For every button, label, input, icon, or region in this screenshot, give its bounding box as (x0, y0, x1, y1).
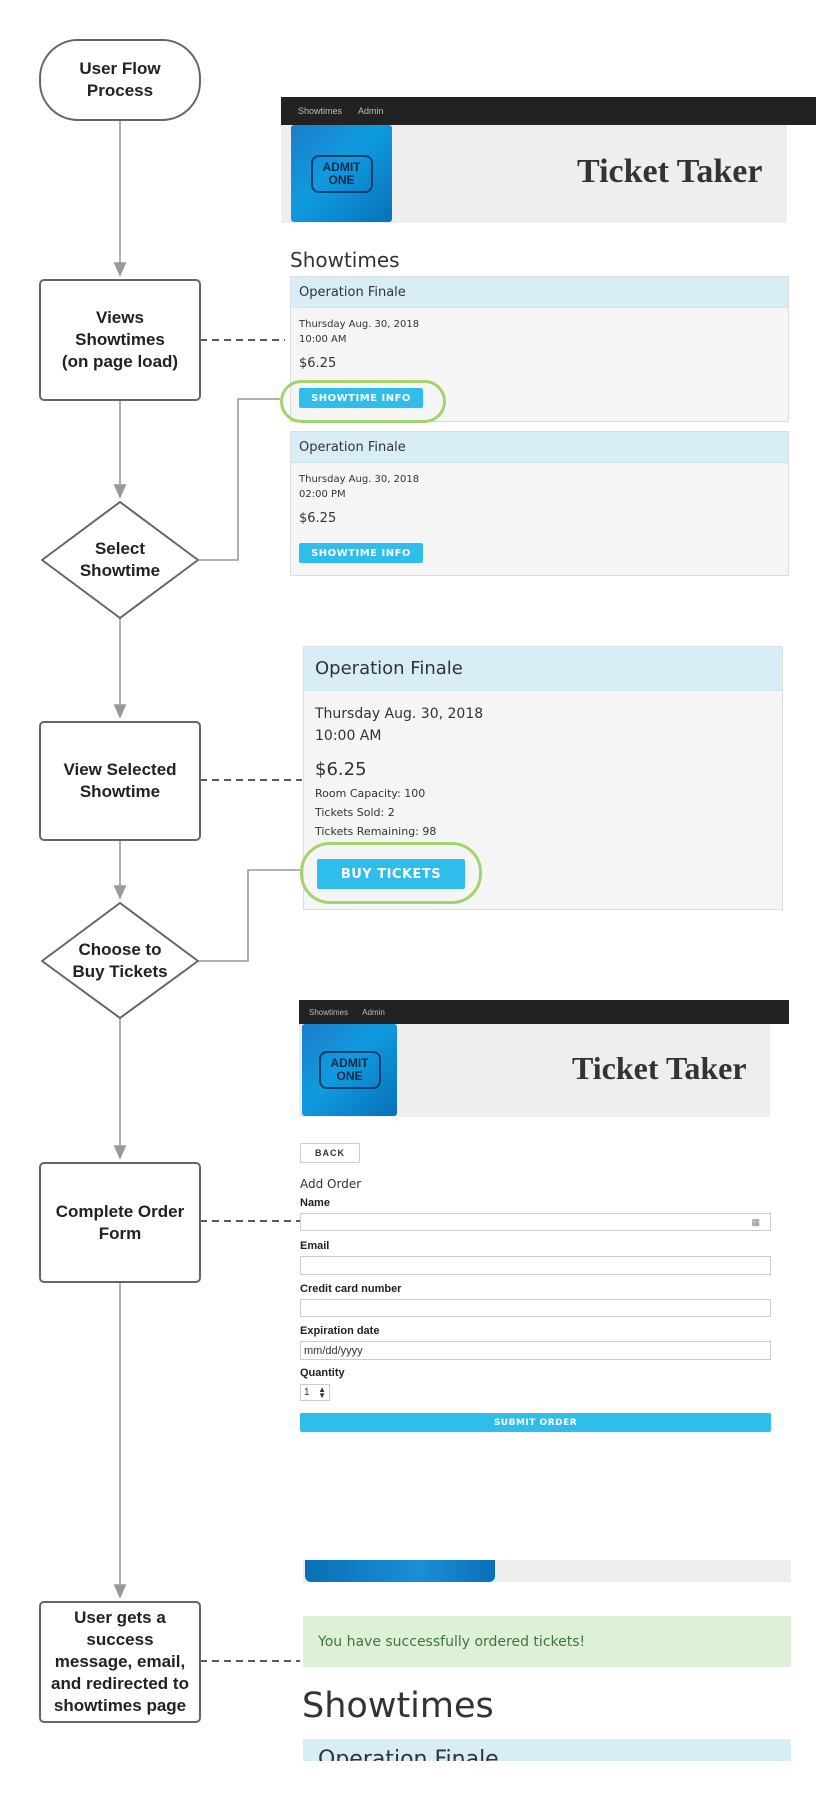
showtime-card-title: Operation Finale (291, 432, 788, 463)
showtime-card: Operation Finale Thursday Aug. 30, 2018 … (290, 431, 789, 576)
showtime-card-partial: Operation Finale (303, 1739, 791, 1761)
admit-one-ticket-logo: ADMIT ONE (302, 1024, 397, 1116)
quantity-label: Quantity (300, 1367, 345, 1379)
detail-movie-title: Operation Finale (304, 647, 782, 691)
ticket-text: ADMIT ONE (318, 1051, 381, 1089)
detail-date: Thursday Aug. 30, 2018 (315, 706, 484, 722)
email-label: Email (300, 1240, 330, 1252)
showtime-card-title: Operation Finale (318, 1747, 499, 1761)
complete-order-label: Complete Order Form (55, 1201, 185, 1243)
quantity-value: 1 (304, 1387, 310, 1398)
name-field[interactable]: ▦ (300, 1213, 771, 1231)
ticket-text: ADMIT ONE (310, 154, 373, 193)
submit-order-button[interactable]: SUBMIT ORDER (300, 1413, 771, 1432)
nav-admin-link[interactable]: Admin (362, 1008, 385, 1017)
success-node-label: User gets a success message, email, and … (51, 1608, 189, 1715)
expiration-label: Expiration date (300, 1325, 380, 1337)
choose-buy-label: Choose to Buy Tickets (72, 939, 168, 981)
start-node-label: User Flow Process (79, 59, 161, 100)
showtime-card-title: Operation Finale (291, 277, 788, 308)
credit-card-field[interactable] (300, 1299, 771, 1317)
showtimes-heading: Showtimes (290, 248, 400, 272)
stepper-arrows-icon[interactable]: ▲ ▼ (318, 1386, 326, 1400)
showtime-time: 10:00 AM (299, 334, 347, 345)
elbow-connector (198, 869, 300, 962)
expiration-date-field[interactable]: mm/dd/yyyy (300, 1341, 771, 1360)
select-showtime-label: Select Showtime (79, 539, 161, 580)
navbar: Showtimes Admin (299, 1000, 789, 1024)
navbar: Showtimes Admin (281, 97, 816, 125)
quantity-stepper[interactable]: 1 ▲ ▼ (300, 1384, 330, 1401)
showtimes-heading: Showtimes (302, 1686, 494, 1726)
tickets-remaining: Tickets Remaining: 98 (315, 825, 437, 838)
hero-title: Ticket Taker (577, 153, 763, 190)
name-label: Name (300, 1197, 330, 1209)
nav-admin-link[interactable]: Admin (358, 106, 384, 116)
hero-banner-partial (303, 1560, 791, 1582)
admit-one-ticket-logo: ADMIT ONE (291, 125, 392, 222)
hero-banner: ADMIT ONE Ticket Taker (281, 125, 787, 223)
admit-one-ticket-logo (305, 1560, 495, 1582)
views-showtimes-label: Views Showtimes (on page load) (61, 308, 179, 371)
highlight-ring (300, 842, 482, 904)
showtime-info-button[interactable]: SHOWTIME INFO (299, 543, 423, 563)
room-capacity: Room Capacity: 100 (315, 787, 426, 800)
tickets-sold: Tickets Sold: 2 (315, 806, 395, 819)
back-button[interactable]: BACK (300, 1143, 360, 1163)
success-alert: You have successfully ordered tickets! (303, 1616, 791, 1667)
nav-showtimes-link[interactable]: Showtimes (309, 1008, 348, 1017)
nav-showtimes-link[interactable]: Showtimes (298, 106, 342, 116)
credit-card-label: Credit card number (300, 1283, 402, 1295)
detail-time: 10:00 AM (315, 728, 382, 744)
showtime-time: 02:00 PM (299, 489, 346, 500)
detail-price: $6.25 (315, 759, 367, 780)
highlight-ring (280, 380, 446, 423)
showtime-date: Thursday Aug. 30, 2018 (299, 319, 420, 330)
hero-banner: ADMIT ONE Ticket Taker (299, 1024, 770, 1117)
showtime-price: $6.25 (299, 356, 337, 371)
showtime-date: Thursday Aug. 30, 2018 (299, 474, 420, 485)
showtime-price: $6.25 (299, 511, 337, 526)
hero-title: Ticket Taker (572, 1050, 747, 1086)
view-selected-label: View Selected Showtime (63, 760, 177, 801)
elbow-connector (198, 398, 280, 561)
add-order-heading: Add Order (300, 1177, 362, 1191)
email-field[interactable] (300, 1256, 771, 1275)
contact-card-icon: ▦ (751, 1217, 760, 1227)
